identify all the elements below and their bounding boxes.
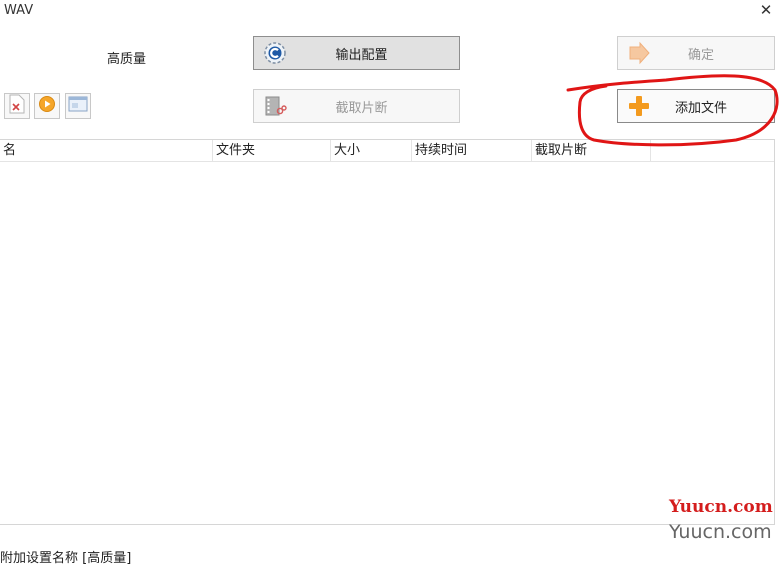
col-duration[interactable]: 持续时间: [412, 140, 532, 161]
confirm-arrow-icon: [626, 40, 652, 66]
play-icon: [38, 95, 56, 117]
file-remove-button[interactable]: [4, 93, 30, 119]
watermark-red: Yuucn.com: [669, 497, 773, 517]
col-name[interactable]: 名: [0, 140, 213, 161]
table-header: 名 文件夹 大小 持续时间 截取片断: [0, 140, 774, 162]
confirm-button[interactable]: 确定: [617, 36, 775, 70]
col-size[interactable]: 大小: [331, 140, 412, 161]
output-config-button[interactable]: 输出配置: [253, 36, 460, 70]
clip-label: 截取片断: [335, 100, 388, 116]
settings-icon: [262, 40, 288, 66]
plus-icon: [626, 93, 652, 119]
col-folder[interactable]: 文件夹: [213, 140, 331, 161]
file-table: 名 文件夹 大小 持续时间 截取片断: [0, 139, 775, 525]
col-extra[interactable]: [651, 140, 774, 161]
status-text: 附加设置名称 [高质量]: [0, 551, 132, 566]
window-button[interactable]: [65, 93, 91, 119]
confirm-label: 确定: [687, 47, 714, 63]
window-icon: [68, 96, 88, 116]
add-file-label: 添加文件: [674, 100, 727, 116]
clip-button[interactable]: 截取片断: [253, 89, 460, 123]
watermark-gray: Yuucn.com: [669, 521, 772, 543]
film-scissors-icon: [262, 93, 288, 119]
file-remove-icon: [8, 94, 26, 118]
quality-label: 高质量: [107, 52, 147, 67]
window-title: WAV: [4, 3, 34, 18]
col-clip[interactable]: 截取片断: [532, 140, 651, 161]
close-icon[interactable]: ✕: [758, 2, 774, 18]
add-file-button[interactable]: 添加文件: [617, 89, 775, 123]
play-button[interactable]: [34, 93, 60, 119]
output-config-label: 输出配置: [335, 47, 388, 63]
